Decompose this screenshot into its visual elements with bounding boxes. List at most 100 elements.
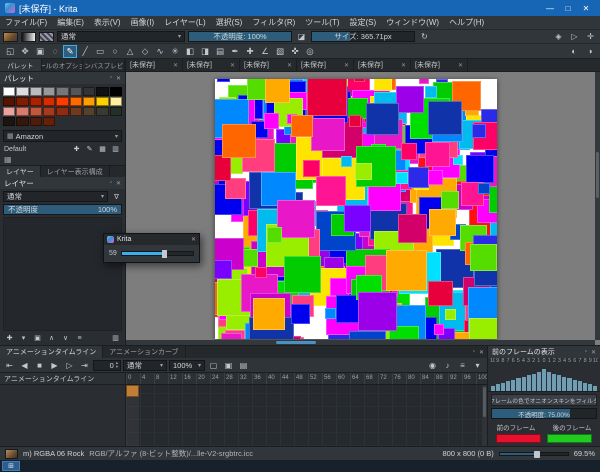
timeline-layer-list[interactable] — [0, 385, 126, 446]
reload-preset-icon[interactable]: ↻ — [418, 31, 431, 43]
palette-swatch[interactable] — [110, 97, 122, 106]
menu-item-1[interactable]: ファイル(F) — [0, 17, 52, 28]
polyline-tool[interactable]: ◇ — [138, 45, 152, 58]
zoom-slider-handle[interactable] — [534, 451, 540, 458]
fill-tool[interactable]: ◧ — [183, 45, 197, 58]
palette-swatch[interactable] — [3, 97, 15, 106]
timeline-zoom-dropdown[interactable]: 100% ▾ — [169, 360, 205, 371]
palette-swatch[interactable] — [43, 87, 55, 96]
snap-options-icon[interactable]: ✛ — [584, 31, 597, 43]
pattern-tool[interactable]: ▤ — [213, 45, 227, 58]
palette-swatch[interactable] — [110, 107, 122, 116]
move-layer-up-button[interactable]: ∧ — [46, 333, 57, 343]
next-frames-color-swatch[interactable] — [547, 434, 592, 443]
assistant-tool[interactable]: ✚ — [243, 45, 257, 58]
document-tab-5[interactable]: [未保存]✕ — [354, 59, 411, 71]
rectangle-tool[interactable]: ▭ — [93, 45, 107, 58]
brush-size-slider[interactable]: サイズ: 365.71px — [311, 31, 415, 42]
timeline-menu-button[interactable]: ▾ — [471, 359, 484, 371]
palette-swatch[interactable] — [70, 107, 82, 116]
menu-item-2[interactable]: 編集(E) — [52, 17, 89, 28]
scrollbar-thumb[interactable] — [276, 341, 316, 344]
palette-swatch[interactable] — [43, 97, 55, 106]
pan-tool[interactable]: ✜ — [288, 45, 302, 58]
layer-filter-icon[interactable]: ∇ — [111, 192, 122, 202]
polygon-tool[interactable]: △ — [123, 45, 137, 58]
onion-column-slider[interactable] — [532, 374, 536, 391]
onion-column-slider[interactable] — [552, 374, 556, 391]
onion-column-slider[interactable] — [567, 378, 571, 391]
previous-frame-button[interactable]: ◀ — [18, 359, 31, 371]
onion-column-slider[interactable] — [578, 381, 582, 391]
menu-item-7[interactable]: フィルタ(R) — [247, 17, 300, 28]
playback-options-icon[interactable]: ▷ — [568, 31, 581, 43]
delete-layer-button[interactable]: ▥ — [110, 333, 121, 343]
onion-color-filter-button[interactable]: フレームの色でオニオンスキンをフィルタ — [491, 394, 597, 406]
krita-dialog[interactable]: Krita ✕ 59 — [103, 233, 200, 263]
palette-swatch[interactable] — [16, 87, 28, 96]
float-docker-icon[interactable]: ▫ — [110, 180, 112, 186]
last-frame-button[interactable]: ⇥ — [78, 359, 91, 371]
close-docker-icon[interactable]: ✕ — [116, 75, 121, 82]
menu-item-4[interactable]: 画像(I) — [126, 17, 160, 28]
add-blank-frame-button[interactable]: ▢ — [207, 359, 220, 371]
pattern-chooser[interactable] — [39, 32, 54, 42]
palette-swatch[interactable] — [70, 97, 82, 106]
timeline-settings-button[interactable]: ≡ — [456, 359, 469, 371]
reference-images-tool[interactable]: ▧ — [273, 45, 287, 58]
layer-blend-mode-dropdown[interactable]: 通常 ▾ — [3, 191, 108, 202]
float-docker-icon[interactable]: ▫ — [585, 349, 587, 355]
tab-close-icon[interactable]: ✕ — [230, 62, 235, 69]
onion-column-slider[interactable] — [522, 377, 526, 391]
dialog-slider[interactable] — [121, 251, 194, 256]
palette-swatch[interactable] — [16, 97, 28, 106]
layer-opacity-slider[interactable]: 不透明度 100% — [3, 204, 122, 215]
palette-swatch[interactable] — [83, 107, 95, 116]
document-tab-4[interactable]: [未保存]✕ — [297, 59, 354, 71]
tab-close-icon[interactable]: ✕ — [173, 62, 178, 69]
bezier-curve-tool[interactable]: ∿ — [153, 45, 167, 58]
palette-swatch[interactable] — [56, 87, 68, 96]
play-button[interactable]: ▶ — [48, 359, 61, 371]
onion-opacity-slider[interactable]: 不透明度: 75.00% — [491, 408, 597, 419]
remove-frame-button[interactable]: ▤ — [237, 359, 250, 371]
onion-skin-toggle-button[interactable]: ◉ — [426, 359, 439, 371]
onion-column-slider[interactable] — [583, 383, 587, 391]
palette-swatch[interactable] — [3, 107, 15, 116]
measure-tool[interactable]: ∠ — [258, 45, 272, 58]
float-docker-icon[interactable]: ▫ — [473, 349, 475, 355]
palette-swatch[interactable] — [96, 107, 108, 116]
timeline-ruler[interactable]: 0481216202428323640444852566064687276808… — [126, 373, 487, 384]
line-tool[interactable]: ╱ — [78, 45, 92, 58]
panel-tab-1[interactable]: パレット — [0, 59, 42, 71]
canvas-area[interactable] — [126, 72, 600, 345]
palette-swatch[interactable] — [16, 117, 28, 126]
previous-frames-color-swatch[interactable] — [496, 434, 541, 443]
onion-column-slider[interactable] — [547, 372, 551, 391]
palette-select-dropdown[interactable]: ▦ Amazon ▾ — [3, 130, 122, 142]
palette-swatch[interactable] — [43, 117, 55, 126]
add-duplicate-frame-button[interactable]: ▣ — [222, 359, 235, 371]
palette-swatch[interactable] — [30, 97, 42, 106]
opacity-slider[interactable]: 不透明度: 100% — [188, 31, 292, 42]
onion-column-slider[interactable] — [491, 386, 495, 391]
wrap-around-mode-icon[interactable]: ◈ — [552, 31, 565, 43]
frame-blend-dropdown[interactable]: 通常 ▾ — [123, 360, 167, 371]
mirror-horizontal-button[interactable]: ◐ — [567, 45, 581, 58]
stop-button[interactable]: ■ — [33, 359, 46, 371]
palette-swatch[interactable] — [43, 107, 55, 116]
menu-item-9[interactable]: 設定(S) — [345, 17, 382, 28]
add-swatch-button[interactable]: ✚ — [71, 144, 82, 154]
next-frame-button[interactable]: ▷ — [63, 359, 76, 371]
document-tab-2[interactable]: [未保存]✕ — [183, 59, 240, 71]
delete-swatch-button[interactable]: ▥ — [110, 144, 121, 154]
menu-item-5[interactable]: レイヤー(L) — [159, 17, 211, 28]
minimize-button[interactable]: — — [541, 4, 559, 13]
menu-item-6[interactable]: 選択(S) — [211, 17, 248, 28]
dialog-close-icon[interactable]: ✕ — [191, 236, 196, 243]
canvas-vertical-scrollbar[interactable] — [595, 72, 600, 340]
palette-swatch[interactable] — [70, 87, 82, 96]
panel-tab-2[interactable]: ツールのオプション — [42, 59, 84, 71]
edit-palette-button[interactable]: ✎ — [84, 144, 95, 154]
onion-column-slider[interactable] — [516, 378, 520, 391]
